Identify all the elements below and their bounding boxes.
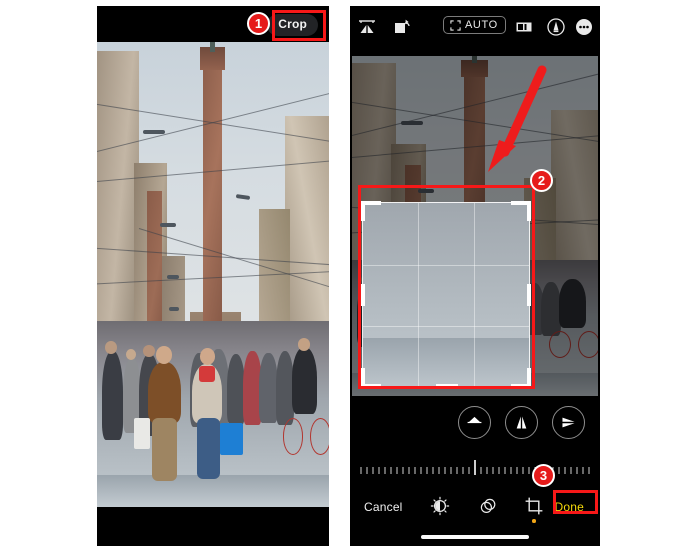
crop-grid-line: [363, 264, 529, 266]
done-button[interactable]: Done: [555, 500, 585, 514]
reticle-icon: [450, 19, 461, 31]
person-head: [142, 345, 155, 358]
crowd: [97, 321, 329, 507]
filters-icon: [480, 498, 496, 513]
crop-grid-line: [363, 326, 529, 328]
crop-editor-screen: AUTO Cancel Done: [350, 6, 600, 546]
crop-button[interactable]: Crop: [267, 14, 318, 36]
bicycle-wheel: [548, 330, 571, 358]
editor-top-toolbar: AUTO: [350, 6, 600, 48]
crop-preview-content: [363, 203, 529, 388]
rotate-icon[interactable]: [392, 17, 412, 37]
crop-grid-line: [418, 203, 420, 388]
more-options-icon[interactable]: [574, 17, 594, 37]
aspect-ratio-icon[interactable]: [514, 17, 534, 37]
flip-horizontal-icon[interactable]: [357, 17, 377, 37]
vertical-perspective-button[interactable]: [505, 406, 538, 439]
viewer-top-bar: Crop: [97, 6, 329, 42]
viewer-photo[interactable]: [97, 42, 329, 507]
red-scarf: [199, 365, 216, 383]
crop-handle-bottom-center[interactable]: [436, 384, 458, 388]
bicycle-wheel: [310, 417, 329, 455]
adjust-button[interactable]: [430, 496, 450, 516]
instruction-arrow: [488, 65, 547, 172]
vertical-perspective-icon: [516, 416, 527, 429]
editor-photo-area[interactable]: [350, 48, 600, 400]
man-trousers: [151, 417, 178, 481]
viewer-bottom-bar: [97, 507, 329, 546]
woman-head: [200, 347, 216, 365]
rotation-ruler[interactable]: [350, 458, 600, 480]
street-photo-bologna: [97, 42, 329, 507]
ruler-ticks: [360, 460, 590, 475]
auto-label: AUTO: [465, 19, 498, 31]
pavement: [363, 338, 529, 388]
horizontal-perspective-icon: [562, 417, 575, 428]
bicycle-wheel: [282, 417, 304, 455]
step-badge-3: 3: [532, 464, 555, 487]
pavement: [97, 475, 329, 507]
auto-straighten-button[interactable]: AUTO: [443, 16, 506, 34]
shopping-bag-white: [134, 417, 151, 450]
crop-tool-button[interactable]: [524, 496, 544, 523]
man-head: [156, 346, 173, 364]
photo-viewer-screen: Crop: [97, 6, 329, 546]
adjust-icon: [430, 496, 450, 516]
cyclist: [291, 347, 318, 414]
straighten-button[interactable]: [458, 406, 491, 439]
crop-handle-left-center[interactable]: [361, 284, 365, 306]
horizontal-perspective-button[interactable]: [552, 406, 585, 439]
bicycle-wheel: [578, 330, 598, 358]
crowd-crop: [363, 203, 529, 388]
cyclist: [558, 279, 586, 328]
step-badge-1: 1: [247, 12, 270, 35]
crop-handle-top-left[interactable]: [361, 201, 365, 221]
filters-button[interactable]: [478, 496, 498, 516]
home-indicator: [421, 535, 529, 539]
perspective-controls: [350, 406, 600, 450]
street-lamp: [143, 130, 166, 135]
step-badge-2: 2: [530, 169, 553, 192]
cancel-button[interactable]: Cancel: [364, 500, 403, 514]
crop-handle-right-center[interactable]: [527, 284, 531, 306]
editor-photo[interactable]: [352, 56, 598, 396]
street-lamp: [401, 120, 424, 125]
crop-tool-active-dot: [532, 519, 536, 523]
crop-handle-bottom-right[interactable]: [511, 384, 531, 388]
crop-handle-top-right[interactable]: [527, 201, 531, 221]
crop-grid-line: [473, 203, 475, 388]
crop-selection-area[interactable]: [362, 202, 530, 389]
crop-icon: [525, 497, 543, 515]
street-lamp: [159, 223, 176, 228]
man-brown-jacket: [148, 361, 181, 424]
person-head: [126, 348, 137, 361]
crop-handle-bottom-left[interactable]: [361, 384, 381, 388]
markup-pen-icon[interactable]: [546, 17, 566, 37]
street-lamp: [166, 274, 179, 279]
person: [101, 350, 123, 441]
street-lamp: [418, 188, 435, 193]
editor-bottom-bar: Cancel Done: [350, 480, 600, 546]
shopping-bag-blue: [219, 423, 244, 455]
woman-jeans: [196, 417, 220, 480]
straighten-icon: [467, 416, 482, 424]
screenshot-canvas: Crop AUTO Cancel Done 1 2 3: [0, 0, 700, 551]
cyclist-head: [297, 337, 311, 351]
street-lamp: [168, 307, 179, 312]
